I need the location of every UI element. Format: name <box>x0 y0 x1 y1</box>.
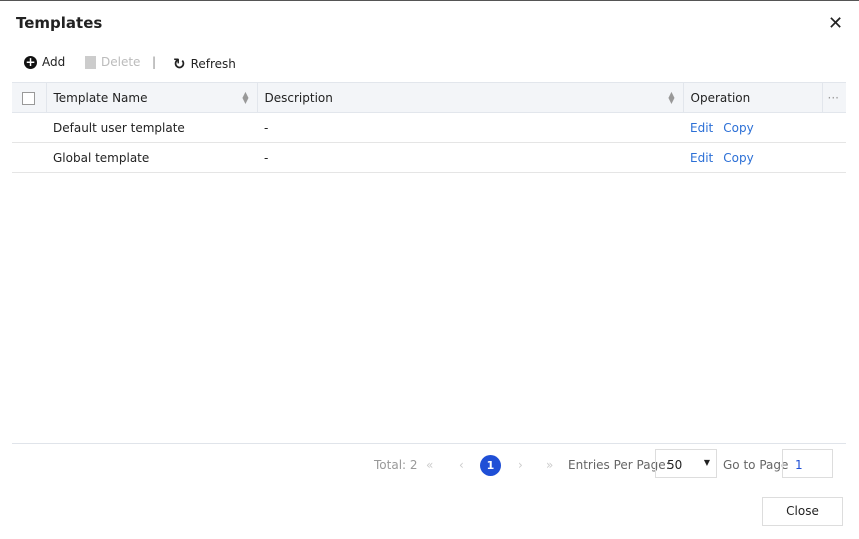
delete-button[interactable]: Delete <box>85 55 140 69</box>
close-button[interactable]: Close <box>762 497 843 526</box>
column-template-name[interactable]: Template Name ▲ ▼ <box>45 82 257 113</box>
dialog-title: Templates <box>16 14 103 32</box>
table-row: Global template - Edit Copy <box>12 142 846 173</box>
copy-link[interactable]: Copy <box>723 121 753 135</box>
template-name: Default user template <box>46 112 257 143</box>
refresh-icon: ↻ <box>173 55 186 73</box>
next-page-button[interactable]: › <box>518 458 523 472</box>
template-name: Global template <box>46 142 257 173</box>
goto-page-input[interactable]: 1 <box>782 449 833 478</box>
column-operation: Operation <box>682 82 822 113</box>
copy-link[interactable]: Copy <box>723 151 753 165</box>
per-page-select[interactable]: 50 ▼ <box>655 449 717 478</box>
refresh-label: Refresh <box>190 57 236 71</box>
page-1-button[interactable]: 1 <box>480 455 501 476</box>
table-header: Template Name ▲ ▼ Description ▲ ▼ Operation … <box>12 82 846 113</box>
templates-table: Template Name ▲ ▼ Description ▲ ▼ Operation … <box>12 82 846 173</box>
template-description: - <box>257 142 683 173</box>
column-description[interactable]: Description ▲ ▼ <box>256 82 683 113</box>
goto-label: Go to Page <box>723 458 789 472</box>
table-row: Default user template - Edit Copy <box>12 112 846 143</box>
first-page-button[interactable]: « <box>426 458 433 472</box>
last-page-button[interactable]: » <box>546 458 553 472</box>
edit-link[interactable]: Edit <box>690 121 713 135</box>
edit-link[interactable]: Edit <box>690 151 713 165</box>
sort-icon[interactable]: ▲ ▼ <box>242 91 248 105</box>
add-button[interactable]: + Add <box>24 55 65 69</box>
prev-page-button[interactable]: ‹ <box>459 458 464 472</box>
total-count: Total: 2 <box>374 458 418 472</box>
close-icon[interactable]: ✕ <box>828 13 843 34</box>
add-label: Add <box>42 55 66 69</box>
more-icon[interactable]: ··· <box>821 82 846 113</box>
plus-circle-icon: + <box>24 55 37 69</box>
footer-divider <box>12 443 846 444</box>
caret-down-icon: ▼ <box>703 458 710 467</box>
toolbar-separator: | <box>152 55 157 69</box>
trash-icon <box>85 55 96 69</box>
delete-label: Delete <box>101 55 141 69</box>
template-description: - <box>257 112 683 143</box>
sort-icon[interactable]: ▲ ▼ <box>668 91 674 105</box>
select-all-checkbox[interactable] <box>12 82 46 113</box>
refresh-button[interactable]: ↻ Refresh <box>173 55 236 73</box>
